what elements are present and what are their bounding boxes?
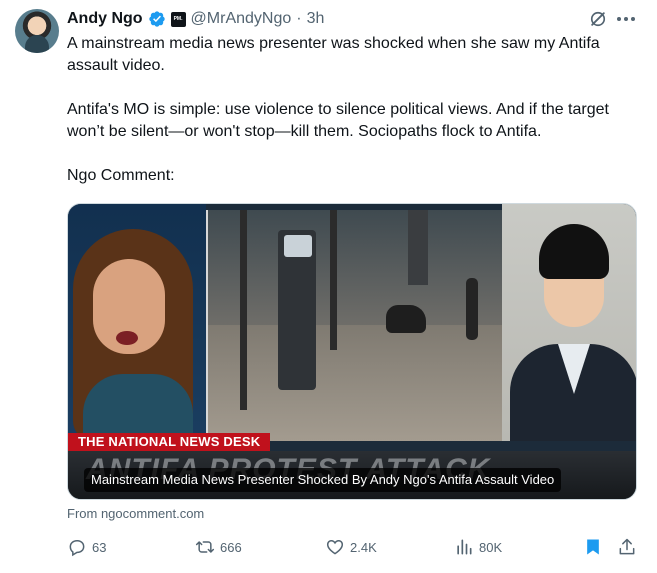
header-separator: · [296, 10, 302, 27]
tweet-text: A mainstream media news presenter was sh… [67, 33, 647, 187]
reply-count: 63 [92, 539, 107, 555]
person-figure [386, 305, 426, 333]
tweet: Andy Ngo PM. @MrAndyNgo · 3h A mainstrea… [0, 0, 657, 573]
tweet-timestamp[interactable]: 3h [307, 10, 325, 28]
person-figure [466, 278, 478, 340]
assault-footage-panel [206, 210, 506, 441]
reply-icon [69, 540, 85, 557]
share-button[interactable] [617, 535, 637, 559]
link-card[interactable]: THE NATIONAL NEWS DESK ANTIFA PROTEST AT… [67, 203, 637, 500]
card-source[interactable]: From ngocomment.com [67, 506, 204, 521]
repost-count: 666 [220, 539, 242, 555]
guest-video-panel [502, 204, 636, 441]
tweet-header: Andy Ngo PM. @MrAndyNgo · 3h [67, 7, 324, 31]
tweet-paragraph: A mainstream media news presenter was sh… [67, 35, 600, 74]
author-avatar[interactable] [15, 9, 59, 53]
card-title[interactable]: Mainstream Media News Presenter Shocked … [84, 468, 562, 492]
more-icon[interactable] [616, 16, 636, 22]
author-handle[interactable]: @MrAndyNgo [191, 10, 292, 28]
tweet-paragraph: Antifa's MO is simple: use violence to s… [67, 101, 609, 140]
verified-badge-icon[interactable] [148, 10, 166, 28]
tweet-paragraph: Ngo Comment: [67, 167, 175, 184]
reply-button[interactable]: 63 [67, 535, 106, 559]
anchor-video-panel [68, 204, 206, 441]
bookmark-button[interactable] [583, 535, 603, 559]
like-count: 2.4K [350, 539, 377, 555]
views-icon [457, 539, 472, 555]
news-desk-banner: THE NATIONAL NEWS DESK [68, 433, 271, 451]
repost-button[interactable]: 666 [195, 535, 242, 559]
bookmark-icon [587, 539, 599, 555]
author-name[interactable]: Andy Ngo [67, 10, 143, 28]
like-icon [326, 539, 344, 555]
grok-icon[interactable] [588, 9, 608, 29]
affiliation-badge[interactable]: PM. [170, 11, 186, 27]
repost-icon [195, 541, 215, 553]
action-bar: 63 666 2.4K 80K [67, 535, 637, 559]
like-button[interactable]: 2.4K [325, 535, 377, 559]
share-icon [619, 538, 635, 555]
views-button[interactable]: 80K [454, 535, 502, 559]
views-count: 80K [479, 539, 503, 555]
